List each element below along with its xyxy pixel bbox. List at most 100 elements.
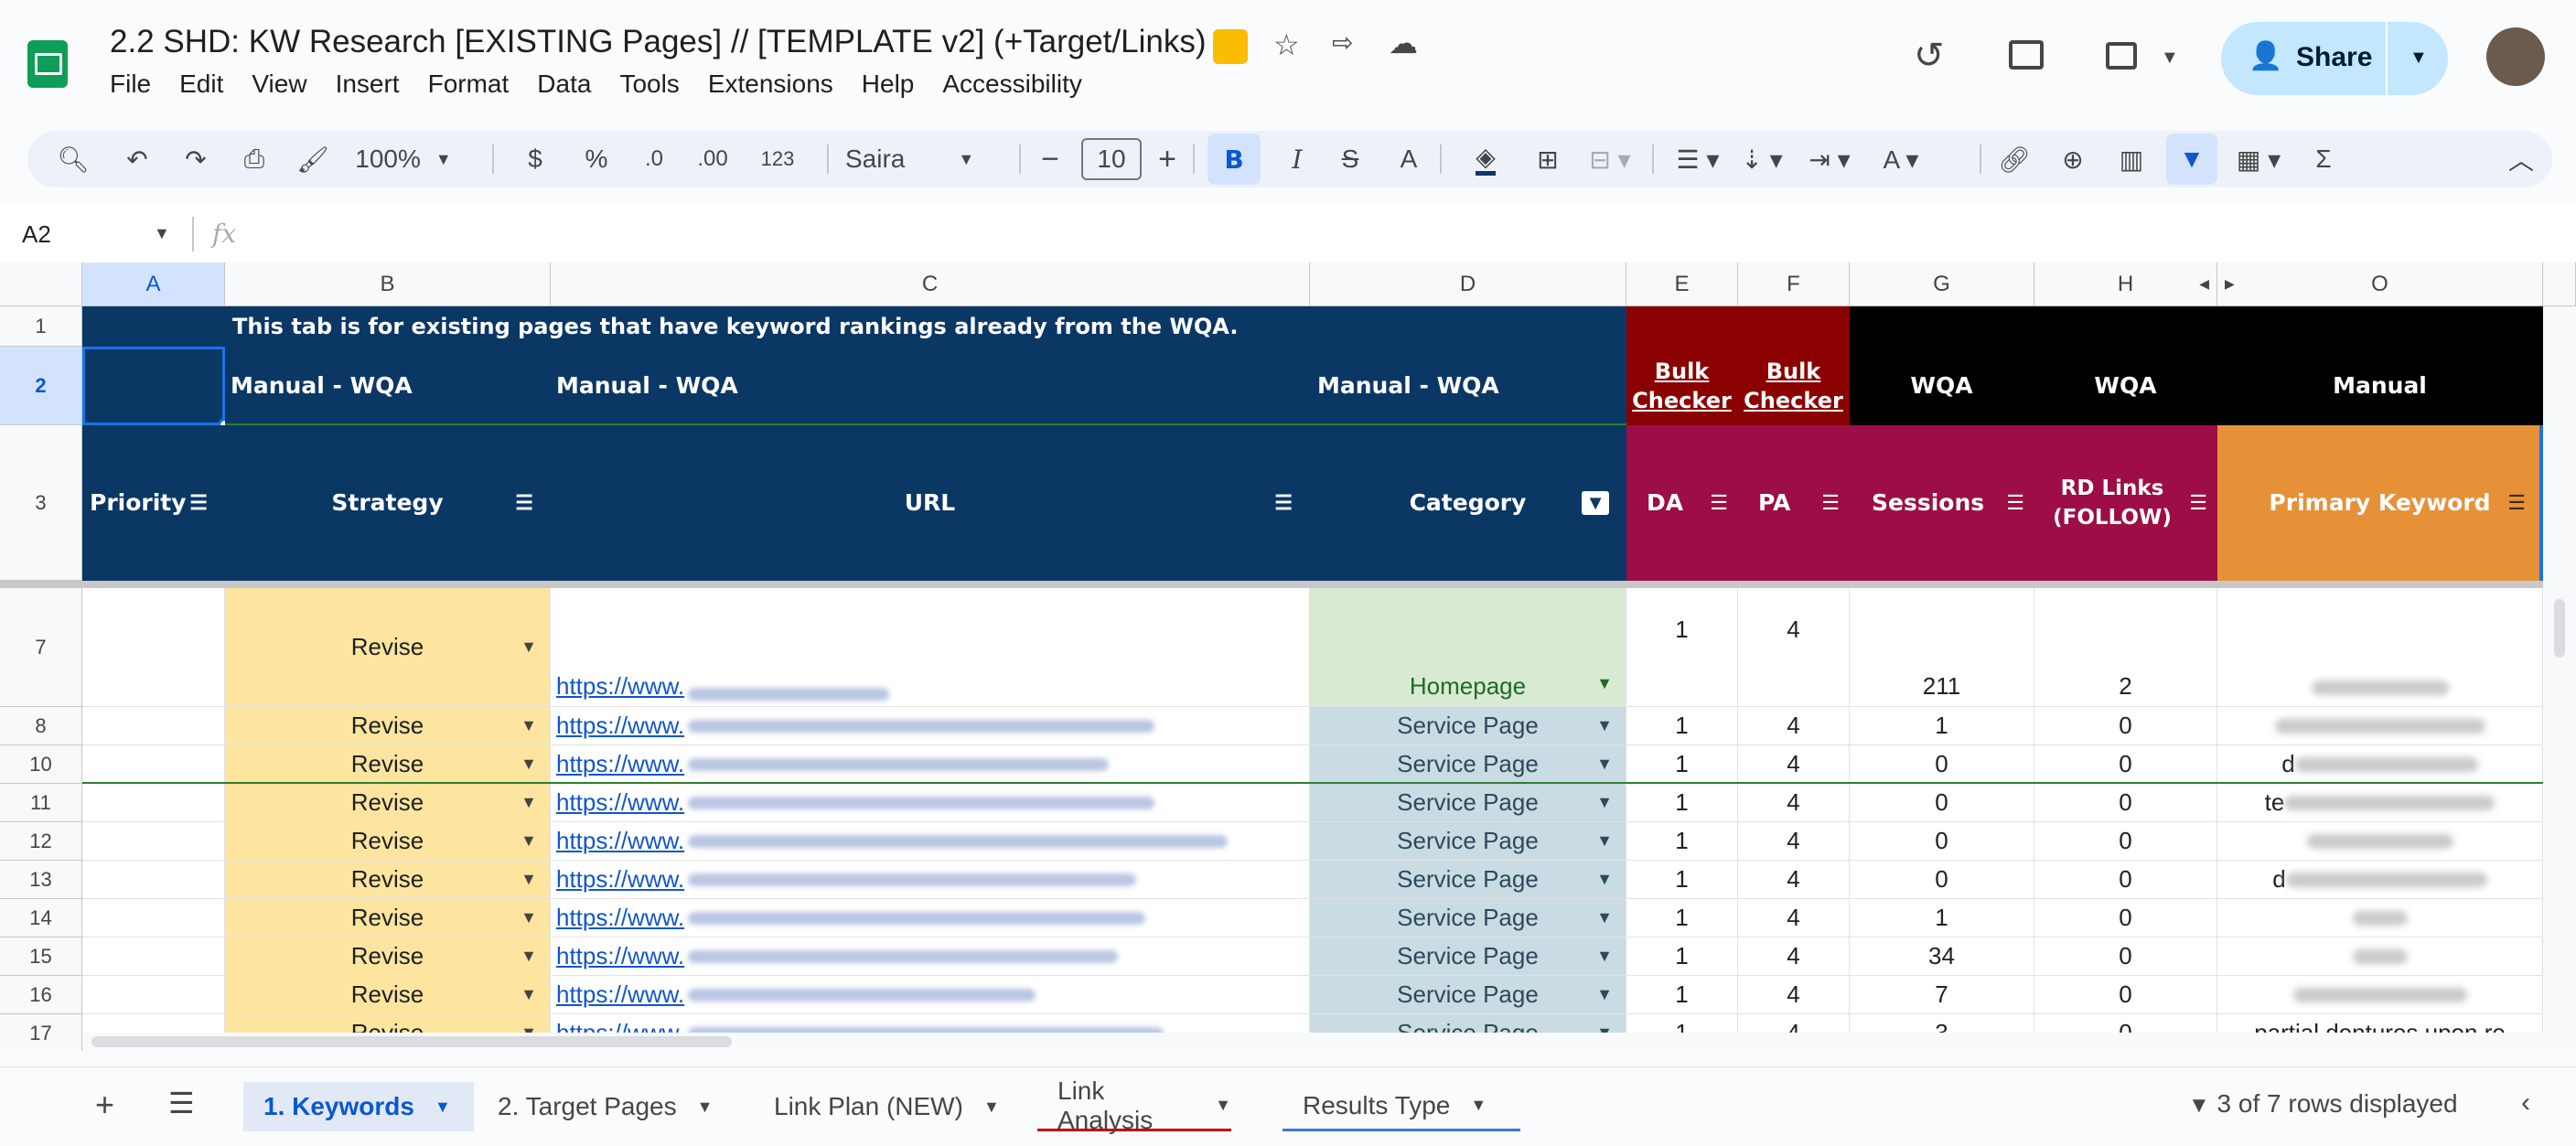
category-dropdown-icon[interactable]: ▼ [1596, 674, 1613, 693]
text-wrapping-icon[interactable]: ⇥ ▾ [1802, 131, 1857, 187]
version-history-icon[interactable]: ↺ [1914, 35, 1945, 77]
cell-pa[interactable]: 4 [1738, 861, 1850, 899]
cell-o2[interactable]: Manual [2217, 347, 2543, 425]
cell-primary-keyword[interactable] [2217, 707, 2543, 745]
cell-category[interactable]: Service Page ▼ [1310, 707, 1626, 745]
search-menus-icon[interactable]: 🔍︎ [55, 131, 91, 187]
cell-rd-links[interactable]: 0 [2034, 861, 2217, 899]
tab-link-analysis[interactable]: Link Analysis ▼ [1037, 1076, 1231, 1134]
menu-extensions[interactable]: Extensions [708, 70, 833, 99]
insert-link-icon[interactable]: 🔗︎ [1996, 131, 2033, 187]
horizontal-scroll-thumb[interactable] [91, 1036, 732, 1047]
cell-sessions[interactable]: 1 [1850, 899, 2034, 937]
cell-url[interactable]: https://www. [551, 588, 1310, 707]
header-category[interactable]: Category ▼ [1310, 425, 1626, 581]
cell-url[interactable]: https://www. [551, 707, 1310, 745]
url-link[interactable]: https://www. [556, 865, 684, 894]
move-folder-icon[interactable]: ⇨ [1332, 27, 1353, 58]
cell-pa[interactable]: 4 [1738, 707, 1850, 745]
cell-category[interactable]: Service Page ▼ [1310, 976, 1626, 1014]
cell-g2[interactable]: WQA [1850, 347, 2034, 425]
strategy-dropdown-icon[interactable]: ▼ [521, 793, 537, 812]
cell-priority[interactable] [82, 937, 225, 976]
header-rd-links[interactable]: RD Links (FOLLOW) ☰ [2034, 425, 2217, 581]
fill-color-icon[interactable]: ◈ [1462, 131, 1509, 187]
url-link[interactable]: https://www. [556, 788, 684, 817]
decrease-font-size-icon[interactable]: − [1034, 131, 1067, 187]
cell-strategy[interactable]: Revise ▼ [225, 588, 551, 707]
category-dropdown-icon[interactable]: ▼ [1596, 755, 1613, 774]
tab-link-plan[interactable]: Link Plan (NEW) ▼ [774, 1082, 1000, 1131]
cell-priority[interactable] [82, 899, 225, 937]
cell-rd-links[interactable]: 0 [2034, 937, 2217, 976]
cell-strategy[interactable]: Revise ▼ [225, 784, 551, 822]
strategy-dropdown-icon[interactable]: ▼ [521, 716, 537, 735]
category-dropdown-icon[interactable]: ▼ [1596, 831, 1613, 851]
cell-url[interactable]: https://www. [551, 899, 1310, 937]
strikethrough-button[interactable]: S [1332, 131, 1368, 187]
tab-target-pages[interactable]: 2. Target Pages ▼ [498, 1082, 713, 1131]
strategy-dropdown-icon[interactable]: ▼ [521, 637, 537, 657]
column-header-d[interactable]: D [1310, 262, 1626, 306]
column-header-o[interactable]: ▶ O [2217, 262, 2543, 306]
cell-sessions[interactable]: 0 [1850, 861, 2034, 899]
bold-button[interactable]: B [1208, 134, 1261, 185]
cell-priority[interactable] [82, 784, 225, 822]
cell-f2[interactable]: Bulk Checker [1738, 347, 1850, 425]
undo-icon[interactable]: ↶ [119, 131, 156, 187]
cell-url[interactable]: https://www. [551, 937, 1310, 976]
cell-url[interactable]: https://www. [551, 976, 1310, 1014]
comments-icon[interactable] [2009, 40, 2044, 70]
strategy-dropdown-icon[interactable]: ▼ [521, 831, 537, 851]
cell-primary-keyword[interactable]: te [2217, 784, 2543, 822]
row-header-17[interactable]: 17 [0, 1014, 82, 1051]
cell-d2[interactable]: Manual - WQA [1310, 347, 1626, 425]
collapse-toolbar-icon[interactable]: ︿ [2503, 131, 2539, 187]
column-header-b[interactable]: B [225, 262, 551, 306]
cell-sessions[interactable]: 211 [1850, 588, 2034, 707]
cell-priority[interactable] [82, 822, 225, 861]
name-box-dropdown-icon[interactable]: ▼ [154, 224, 170, 243]
filter-views-icon[interactable]: ▦ ▾ [2228, 131, 2289, 187]
cell-rd-links[interactable]: 0 [2034, 976, 2217, 1014]
cell-pa[interactable]: 4 [1738, 976, 1850, 1014]
collapse-sidebar-icon[interactable]: ‹ [2521, 1087, 2530, 1119]
filter-sessions-icon[interactable]: ☰ [2006, 491, 2024, 515]
header-sessions[interactable]: Sessions ☰ [1850, 425, 2034, 581]
cell-primary-keyword[interactable] [2217, 899, 2543, 937]
cell-pa[interactable]: 4 [1738, 899, 1850, 937]
row-header-13[interactable]: 13 [0, 861, 82, 899]
column-header-e[interactable]: E [1626, 262, 1738, 306]
insert-comment-icon[interactable]: ⊕ [2055, 131, 2091, 187]
cell-c2[interactable]: Manual - WQA [551, 347, 1310, 425]
cell-strategy[interactable]: Revise ▼ [225, 745, 551, 784]
url-link[interactable]: https://www. [556, 750, 684, 778]
cell-category[interactable]: Service Page ▼ [1310, 745, 1626, 784]
menu-edit[interactable]: Edit [179, 70, 223, 99]
cell-category[interactable]: Service Page ▼ [1310, 899, 1626, 937]
decrease-decimal-button[interactable]: .0 [631, 131, 677, 187]
filter-strategy-icon[interactable]: ☰ [515, 491, 533, 515]
cell-priority[interactable] [82, 861, 225, 899]
menu-tools[interactable]: Tools [619, 70, 679, 99]
header-da[interactable]: DA ☰ [1626, 425, 1738, 581]
cloud-status-icon[interactable]: ☁ [1389, 26, 1418, 60]
functions-button[interactable]: Σ [2305, 131, 2342, 187]
category-dropdown-icon[interactable]: ▼ [1596, 947, 1613, 966]
cell-sessions[interactable]: 7 [1850, 976, 2034, 1014]
cell-category[interactable]: Service Page ▼ [1310, 784, 1626, 822]
cell-primary-keyword[interactable] [2217, 976, 2543, 1014]
column-header-c[interactable]: C [551, 262, 1310, 306]
frozen-divider[interactable] [0, 581, 82, 588]
cell-da[interactable]: 1 [1626, 745, 1738, 784]
cell-rd-links[interactable]: 0 [2034, 899, 2217, 937]
increase-decimal-button[interactable]: .00 [690, 131, 735, 187]
menu-format[interactable]: Format [428, 70, 510, 99]
strategy-dropdown-icon[interactable]: ▼ [521, 947, 537, 966]
menu-view[interactable]: View [252, 70, 306, 99]
strategy-dropdown-icon[interactable]: ▼ [521, 908, 537, 927]
font-size-input[interactable]: 10 [1081, 131, 1142, 187]
row-header-7[interactable]: 7 [0, 588, 82, 707]
strategy-dropdown-icon[interactable]: ▼ [521, 870, 537, 889]
select-all-corner[interactable] [0, 262, 82, 306]
